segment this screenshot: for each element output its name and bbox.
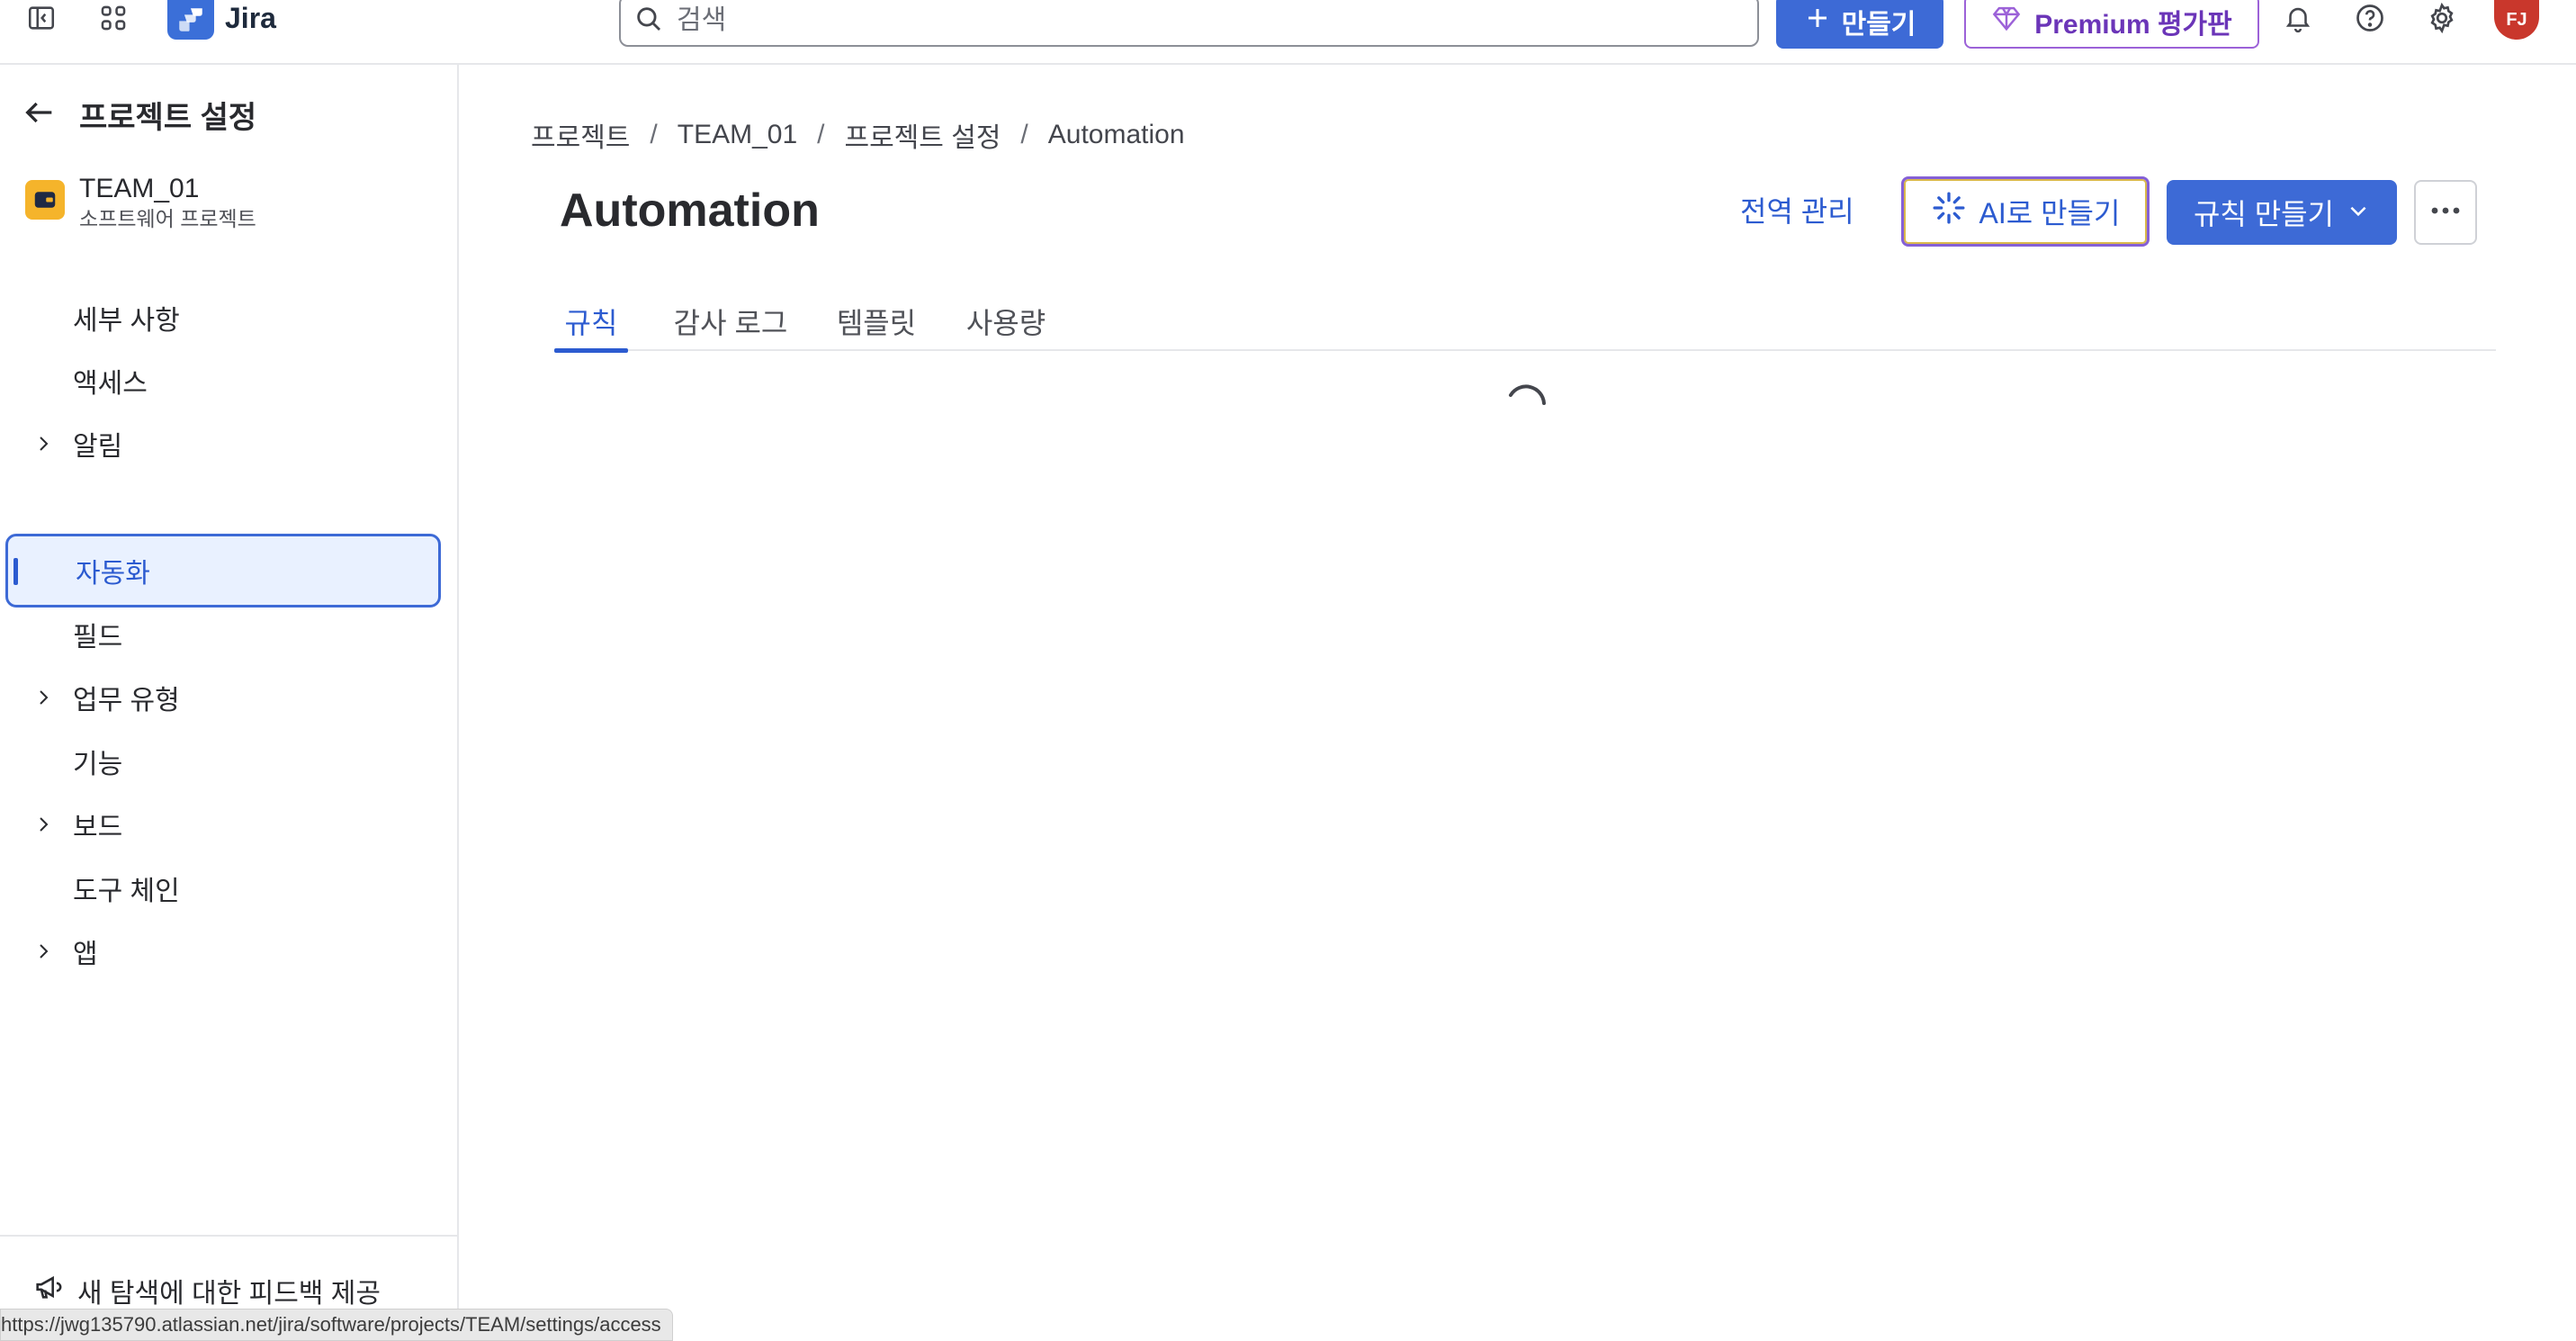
create-rule-button[interactable]: 규칙 만들기 bbox=[2167, 180, 2397, 245]
project-type: 소프트웨어 프로젝트 bbox=[79, 207, 256, 230]
sidebar-item-label: 도구 체인 bbox=[73, 877, 180, 906]
status-bar-url: https://jwg135790.atlassian.net/jira/sof… bbox=[0, 1309, 673, 1341]
search-icon bbox=[633, 4, 664, 39]
chevron-right-icon[interactable] bbox=[32, 914, 54, 988]
top-navigation-bar: Jira 만들기 Premium 평가판 FJ bbox=[0, 0, 2576, 65]
sidebar-item-label: 업무 유형 bbox=[73, 686, 180, 716]
breadcrumb-current[interactable]: Automation bbox=[1048, 120, 1185, 150]
chevron-right-icon[interactable] bbox=[32, 407, 54, 481]
create-button[interactable]: 만들기 bbox=[1776, 0, 1943, 49]
automation-tabs: 규칙 감사 로그 템플릿 사용량 bbox=[554, 292, 2496, 353]
settings-gear-icon[interactable] bbox=[2422, 0, 2462, 36]
sidebar-item-label: 앱 bbox=[73, 940, 98, 969]
sidebar-item-label: 보드 bbox=[73, 813, 123, 842]
sidebar-item-label: 액세스 bbox=[73, 369, 148, 399]
sidebar-item-label: 필드 bbox=[73, 623, 123, 652]
project-settings-sidebar: 프로젝트 설정 TEAM_01 소프트웨어 프로젝트 세부 사항 액세스 알림 … bbox=[0, 65, 459, 1341]
breadcrumb-separator: / bbox=[1020, 120, 1028, 149]
tab-audit-log[interactable]: 감사 로그 bbox=[668, 292, 794, 349]
more-actions-button[interactable] bbox=[2414, 180, 2477, 245]
diamond-icon bbox=[1991, 4, 2022, 39]
tab-templates[interactable]: 템플릿 bbox=[831, 292, 921, 349]
jira-logo-icon[interactable] bbox=[167, 0, 214, 40]
loading-spinner-icon bbox=[1504, 382, 1549, 427]
breadcrumb: 프로젝트 / TEAM_01 / 프로젝트 설정 / Automation bbox=[531, 115, 1185, 155]
feedback-label: 새 탐색에 대한 피드백 제공 bbox=[77, 1279, 381, 1309]
feedback-link[interactable]: 새 탐색에 대한 피드백 제공 bbox=[32, 1271, 381, 1310]
chevron-down-icon bbox=[2347, 196, 2370, 230]
help-icon[interactable] bbox=[2350, 0, 2390, 36]
sidebar-title: 프로젝트 설정 bbox=[79, 100, 257, 135]
breadcrumb-separator: / bbox=[650, 120, 658, 149]
premium-button-label: Premium 평가판 bbox=[2034, 10, 2232, 40]
sidebar-item-apps[interactable]: 앱 bbox=[5, 914, 441, 988]
breadcrumb-projects[interactable]: 프로젝트 bbox=[531, 115, 630, 155]
search-input[interactable] bbox=[677, 5, 1666, 36]
premium-trial-button[interactable]: Premium 평가판 bbox=[1964, 0, 2259, 49]
ai-sparkle-icon bbox=[1931, 190, 1967, 233]
chevron-right-icon[interactable] bbox=[32, 788, 54, 861]
chevron-right-icon[interactable] bbox=[32, 661, 54, 734]
search-box[interactable] bbox=[619, 0, 1759, 47]
more-horizontal-icon bbox=[2428, 204, 2464, 220]
user-avatar[interactable]: FJ bbox=[2494, 0, 2539, 40]
ai-create-label: AI로 만들기 bbox=[1979, 197, 2121, 230]
sidebar-item-label: 자동화 bbox=[76, 559, 150, 589]
create-rule-label: 규칙 만들기 bbox=[2193, 198, 2335, 230]
sidebar-item-notifications[interactable]: 알림 bbox=[5, 407, 441, 481]
app-switcher-icon[interactable] bbox=[95, 0, 131, 36]
arrow-left-icon bbox=[22, 94, 58, 135]
sidebar-toggle-icon[interactable] bbox=[23, 0, 59, 36]
sidebar-item-work-types[interactable]: 업무 유형 bbox=[5, 661, 441, 734]
sidebar-item-label: 세부 사항 bbox=[73, 306, 180, 336]
tab-rules[interactable]: 규칙 bbox=[554, 292, 628, 353]
notifications-bell-icon[interactable] bbox=[2278, 0, 2318, 36]
app-name[interactable]: Jira bbox=[225, 0, 276, 36]
sidebar-item-label: 기능 bbox=[73, 750, 123, 779]
back-to-project-link[interactable]: 프로젝트 설정 bbox=[22, 92, 256, 137]
sidebar-item-boards[interactable]: 보드 bbox=[5, 788, 441, 861]
breadcrumb-project-settings[interactable]: 프로젝트 설정 bbox=[844, 115, 1001, 155]
project-name: TEAM_01 bbox=[79, 174, 200, 203]
ai-create-button[interactable]: AI로 만들기 bbox=[1901, 176, 2150, 247]
global-manage-link[interactable]: 전역 관리 bbox=[1740, 189, 1854, 230]
breadcrumb-separator: / bbox=[817, 120, 825, 149]
megaphone-icon bbox=[32, 1272, 63, 1310]
create-button-label: 만들기 bbox=[1841, 10, 1916, 40]
sidebar-item-label: 알림 bbox=[73, 432, 123, 462]
tab-usage[interactable]: 사용량 bbox=[961, 292, 1051, 349]
page-title: Automation bbox=[560, 184, 820, 237]
breadcrumb-project[interactable]: TEAM_01 bbox=[678, 120, 797, 150]
project-avatar-icon bbox=[25, 180, 65, 220]
project-summary: TEAM_01 소프트웨어 프로젝트 bbox=[25, 173, 256, 232]
sidebar-item-automation[interactable]: 자동화 bbox=[5, 534, 441, 608]
plus-icon bbox=[1804, 4, 1831, 39]
